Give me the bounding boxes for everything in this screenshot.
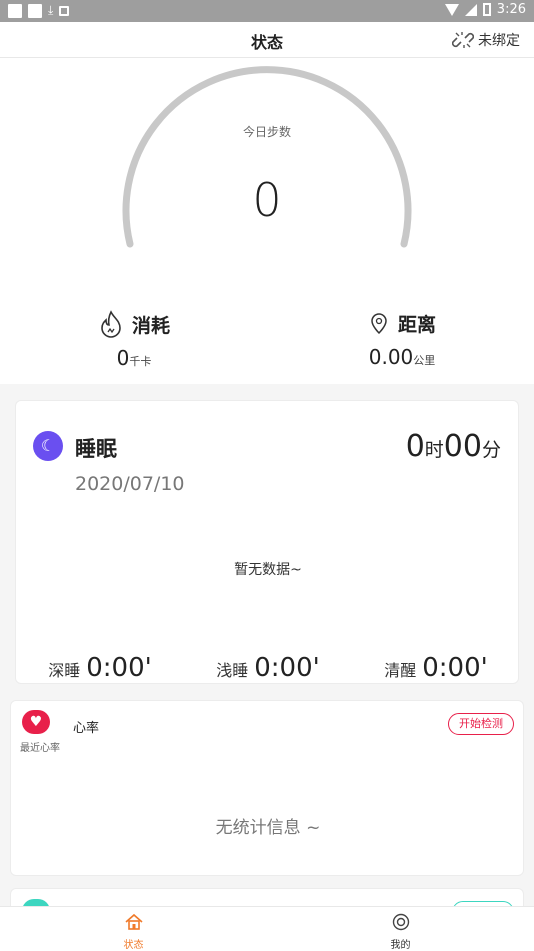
status-bar: ⤓ 3:26 bbox=[0, 0, 534, 22]
heart-rate-card[interactable]: ♥ 心率 最近心率 开始检测 无统计信息 ~ bbox=[10, 700, 524, 876]
deep-sleep-stat: 深睡 0:00' bbox=[48, 653, 152, 683]
distance-metric: 距离 0.00公里 bbox=[312, 310, 492, 369]
distance-label: 距离 bbox=[397, 314, 436, 336]
sleep-total: 0时00分 bbox=[406, 429, 501, 464]
stat-value: 0:00' bbox=[254, 653, 320, 683]
flame-icon bbox=[101, 310, 121, 338]
stat-label: 浅睡 bbox=[216, 661, 249, 680]
stat-label: 深睡 bbox=[48, 661, 81, 680]
tab-label: 我的 bbox=[390, 940, 411, 951]
cell-signal-icon bbox=[464, 3, 477, 16]
tab-mine[interactable]: 我的 bbox=[267, 907, 534, 951]
download-icon: ⤓ bbox=[48, 3, 54, 17]
app-header: 状态 未绑定 bbox=[0, 22, 534, 58]
profile-icon bbox=[392, 913, 409, 931]
steps-label: 今日步数 bbox=[242, 125, 291, 139]
distance-unit: 公里 bbox=[413, 354, 436, 367]
bottom-tab-bar: 状态 我的 bbox=[0, 906, 534, 951]
calories-unit: 千卡 bbox=[129, 355, 152, 368]
tab-label: 状态 bbox=[123, 940, 144, 951]
calories-metric: 消耗 0千卡 bbox=[44, 310, 224, 370]
calories-value: 0 bbox=[116, 346, 130, 370]
heart-rate-subtitle: 最近心率 bbox=[20, 743, 60, 754]
home-icon bbox=[124, 913, 143, 930]
sleep-title: 睡眠 bbox=[75, 437, 117, 461]
heart-rate-title: 心率 bbox=[73, 721, 100, 736]
sleep-minutes: 00 bbox=[443, 429, 482, 464]
notification-icon bbox=[28, 3, 42, 18]
stat-label: 清醒 bbox=[384, 661, 417, 680]
notification-icon bbox=[8, 3, 22, 18]
start-detect-button[interactable]: 开始检测 bbox=[448, 713, 514, 735]
unbound-button[interactable]: 未绑定 bbox=[452, 29, 520, 51]
calories-label: 消耗 bbox=[131, 314, 170, 337]
heart-rate-no-data: 无统计信息 ~ bbox=[215, 818, 321, 838]
notification-icon bbox=[59, 5, 70, 16]
light-sleep-stat: 浅睡 0:00' bbox=[216, 653, 320, 683]
unbound-label: 未绑定 bbox=[478, 33, 520, 49]
battery-icon bbox=[482, 3, 491, 16]
distance-value: 0.00 bbox=[368, 345, 414, 369]
sleep-stats: 深睡 0:00' 浅睡 0:00' 清醒 0:00' bbox=[16, 653, 520, 683]
stat-value: 0:00' bbox=[422, 653, 488, 683]
sleep-hours: 0 bbox=[405, 429, 425, 464]
sleep-minutes-unit: 分 bbox=[481, 439, 501, 461]
location-pin-icon bbox=[371, 312, 387, 334]
sleep-hours-unit: 时 bbox=[424, 439, 444, 461]
broken-link-icon bbox=[452, 32, 474, 48]
steps-gauge: 今日步数 0 消耗 0千卡 距离 0.00公里 bbox=[0, 58, 534, 384]
sleep-date: 2020/07/10 bbox=[75, 473, 185, 495]
awake-stat: 清醒 0:00' bbox=[384, 653, 488, 683]
steps-value: 0 bbox=[252, 173, 282, 227]
heart-icon: ♥ bbox=[22, 710, 50, 734]
sleep-card[interactable]: ☾ 睡眠 2020/07/10 0时00分 暂无数据~ 深睡 0:00' 浅睡 … bbox=[15, 400, 519, 684]
tab-status[interactable]: 状态 bbox=[0, 907, 267, 951]
sleep-no-data: 暂无数据~ bbox=[234, 562, 302, 578]
stat-value: 0:00' bbox=[86, 653, 152, 683]
wifi-icon bbox=[444, 3, 459, 16]
clock: 3:26 bbox=[496, 2, 526, 17]
moon-icon: ☾ bbox=[33, 431, 63, 461]
